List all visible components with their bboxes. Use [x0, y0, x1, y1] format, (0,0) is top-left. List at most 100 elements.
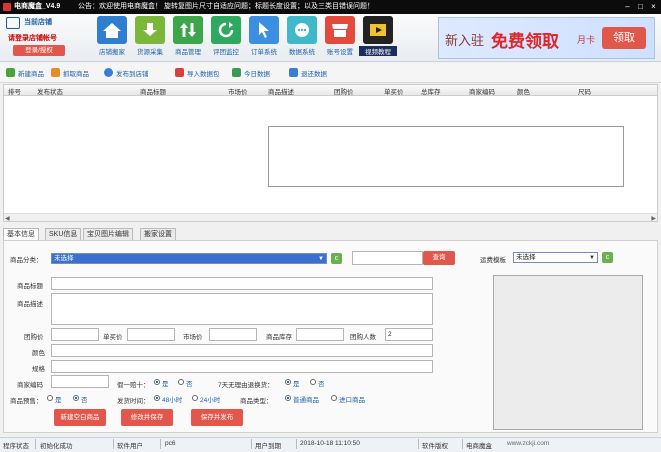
group-count-label: 团购人数: [350, 334, 376, 341]
category-select[interactable]: 未选择 ▼: [51, 253, 327, 264]
col-merchant-code[interactable]: 商家编码: [469, 86, 495, 96]
create-blank-goods-button[interactable]: 新建空白商品: [54, 409, 106, 426]
scroll-left-icon[interactable]: ◀: [5, 215, 10, 222]
return-yes-radio[interactable]: [285, 379, 291, 385]
description-label: 商品描述: [17, 301, 43, 308]
close-icon[interactable]: ×: [649, 2, 658, 11]
new-goods-button[interactable]: 新建商品: [6, 66, 44, 79]
return-no-label: 否: [318, 381, 325, 388]
col-index[interactable]: 排号: [8, 86, 21, 96]
search-input[interactable]: [352, 251, 423, 265]
spec-label: 规格: [32, 366, 45, 373]
maximize-icon[interactable]: □: [636, 2, 645, 11]
import-package-label: 导入数据包: [187, 70, 220, 78]
toolbar-account-settings-button[interactable]: 账号设置: [321, 16, 359, 60]
toolbar-label: 数据系统: [289, 49, 315, 56]
toolbar-shop-move-button[interactable]: 店铺搬家: [93, 16, 131, 60]
category-label: 商品分类：: [10, 257, 43, 264]
description-input[interactable]: [51, 293, 433, 325]
return-data-button[interactable]: 退还数据: [289, 66, 327, 79]
title-bar: 电商魔盒_V4.9 公告：欢迎使用电商魔盒！ 旋转复图片尺寸自适应问题；标题长度…: [0, 0, 661, 14]
watermark-text: www.zckji.com: [507, 440, 550, 447]
image-preview: [493, 275, 643, 430]
ship-24h-radio[interactable]: [192, 395, 198, 401]
col-publish-status[interactable]: 发布状态: [37, 86, 63, 96]
grid-header: [4, 85, 657, 96]
return-policy-label: 7天无理由退换货：: [218, 382, 274, 389]
stock-input[interactable]: [296, 328, 344, 341]
toolbar-video-tutorial-button[interactable]: 视频教程: [359, 16, 397, 60]
group-price-label: 团购价: [24, 334, 44, 341]
presale-label: 商品预售：: [10, 398, 43, 405]
promo-banner[interactable]: 新入驻 免费领取 月卡 领取: [438, 17, 655, 59]
shipping-template-select[interactable]: 未选择 ▼: [513, 252, 598, 263]
merchant-code-input[interactable]: [51, 375, 109, 388]
color-input[interactable]: [51, 344, 433, 357]
col-total-stock[interactable]: 总库存: [421, 86, 441, 96]
save-publish-button[interactable]: 保存并发布: [191, 409, 243, 426]
modify-save-button[interactable]: 修改并保存: [121, 409, 173, 426]
col-description[interactable]: 商品描述: [268, 86, 294, 96]
login-authorize-button[interactable]: 登录/授权: [13, 45, 65, 56]
return-no-radio[interactable]: [310, 379, 316, 385]
presale-yes-label: 是: [55, 397, 62, 404]
tab-basic-info[interactable]: 基本信息: [3, 228, 39, 240]
tab-image-edit[interactable]: 宝贝图片编辑: [83, 228, 133, 240]
status-user-value: pc6: [165, 440, 176, 447]
status-user-label: 软件用户: [117, 443, 143, 450]
toolbar-label: 账号设置: [327, 49, 353, 56]
publish-to-shop-button[interactable]: 发布到店铺: [104, 66, 149, 79]
toolbar-data-system-button[interactable]: 数据系统: [283, 16, 321, 60]
shipping-refresh-button[interactable]: c: [602, 252, 613, 263]
col-size[interactable]: 尺码: [578, 86, 591, 96]
cursor-icon: [249, 16, 279, 44]
group-price-input[interactable]: [51, 328, 99, 341]
description-preview-box: [268, 126, 624, 187]
status-expire-value: 2018-10-18 11:10:50: [300, 440, 360, 447]
tab-move-settings[interactable]: 搬家设置: [140, 228, 176, 240]
col-color[interactable]: 颜色: [517, 86, 530, 96]
toolbar-label: 评团监控: [213, 49, 239, 56]
type-import-radio[interactable]: [331, 395, 337, 401]
promo-claim-button[interactable]: 领取: [602, 27, 646, 49]
ship-48h-radio[interactable]: [154, 395, 160, 401]
grab-goods-button[interactable]: 抓取商品: [51, 66, 89, 79]
toolbar-group-monitor-button[interactable]: 评团监控: [207, 16, 245, 60]
col-market-price[interactable]: 市场价: [228, 86, 248, 96]
scroll-right-icon[interactable]: ▶: [651, 215, 656, 222]
status-state-value: 初始化成功: [40, 443, 73, 450]
presale-no-radio[interactable]: [73, 395, 79, 401]
type-normal-label: 普通商品: [293, 397, 319, 404]
search-button[interactable]: 查询: [423, 251, 455, 265]
horizontal-scrollbar[interactable]: ◀ ▶: [4, 213, 657, 222]
status-copyright-label: 软件版权: [422, 443, 448, 450]
today-data-button[interactable]: 今日数据: [232, 66, 270, 79]
ship-24h-label: 24小时: [200, 397, 221, 404]
type-normal-radio[interactable]: [285, 395, 291, 401]
fake-no-radio[interactable]: [178, 379, 184, 385]
stock-label: 商品库存: [266, 334, 292, 341]
download-icon: [135, 16, 165, 44]
col-title[interactable]: 商品标题: [140, 86, 166, 96]
single-price-label: 单买价: [103, 334, 123, 341]
toolbar-order-system-button[interactable]: 订单系统: [245, 16, 283, 60]
fake-yes-radio[interactable]: [154, 379, 160, 385]
shipping-template-label: 运费模板: [480, 257, 506, 264]
toolbar-source-collect-button[interactable]: 货源采集: [131, 16, 169, 60]
single-price-input[interactable]: [127, 328, 175, 341]
spec-input[interactable]: [51, 360, 433, 373]
publish-to-shop-label: 发布到店铺: [116, 70, 149, 78]
group-count-input[interactable]: 2: [385, 328, 433, 341]
toolbar-goods-manage-button[interactable]: 商品管理: [169, 16, 207, 60]
import-package-button[interactable]: 导入数据包: [175, 66, 220, 79]
col-group-price[interactable]: 团购价: [334, 86, 354, 96]
fake-yes-label: 是: [162, 381, 169, 388]
tab-sku-info[interactable]: SKU信息: [45, 228, 82, 240]
minimize-icon[interactable]: –: [623, 2, 632, 11]
presale-yes-radio[interactable]: [47, 395, 53, 401]
title-input[interactable]: [51, 277, 433, 290]
col-single-price[interactable]: 单买价: [384, 86, 404, 96]
market-price-label: 市场价: [183, 334, 203, 341]
market-price-input[interactable]: [209, 328, 257, 341]
category-refresh-button[interactable]: c: [331, 253, 342, 264]
